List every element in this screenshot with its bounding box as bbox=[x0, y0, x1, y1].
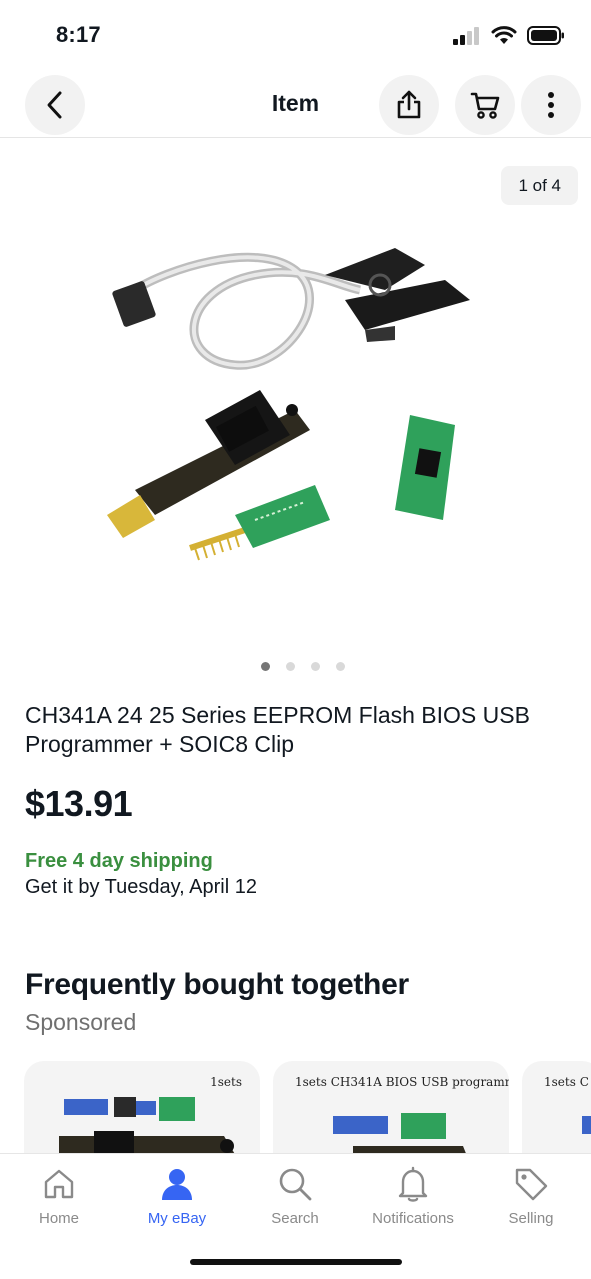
tab-home[interactable]: Home bbox=[0, 1164, 118, 1227]
share-icon bbox=[397, 90, 421, 119]
product-price: $13.91 bbox=[25, 783, 133, 824]
vertical-dots-icon bbox=[548, 92, 554, 118]
pagination-dot-active[interactable] bbox=[260, 662, 270, 671]
tab-label: Search bbox=[271, 1210, 319, 1227]
bell-icon bbox=[398, 1166, 428, 1202]
delivery-estimate: Get it by Tuesday, April 12 bbox=[25, 876, 257, 898]
adapter-board-large bbox=[395, 415, 455, 520]
battery-icon bbox=[527, 26, 564, 45]
more-options-button[interactable] bbox=[521, 75, 581, 135]
tab-my-ebay[interactable]: My eBay bbox=[118, 1164, 236, 1227]
cart-button[interactable] bbox=[455, 75, 515, 135]
pagination-dot[interactable] bbox=[310, 662, 320, 671]
share-button[interactable] bbox=[379, 75, 439, 135]
pin-header bbox=[189, 527, 246, 561]
tab-label: My eBay bbox=[147, 1210, 207, 1227]
person-icon bbox=[162, 1169, 192, 1200]
cellular-signal-icon bbox=[453, 26, 479, 45]
image-counter: 1 of 4 bbox=[501, 166, 578, 205]
card-image-caption: 1sets CH341A BIOS USB programmer bbox=[295, 1075, 509, 1089]
product-image[interactable] bbox=[95, 230, 495, 580]
cart-icon bbox=[470, 92, 500, 119]
status-icons bbox=[453, 26, 565, 45]
card-image-caption: 1sets bbox=[210, 1075, 242, 1089]
section-title-frequently-bought: Frequently bought together bbox=[25, 968, 409, 1001]
adapter-board-small bbox=[235, 485, 330, 548]
search-icon bbox=[279, 1168, 312, 1201]
pagination-dot[interactable] bbox=[335, 662, 345, 671]
tab-label: Selling bbox=[508, 1210, 554, 1227]
home-indicator[interactable] bbox=[190, 1259, 402, 1265]
tag-icon bbox=[515, 1168, 548, 1201]
tab-notifications[interactable]: Notifications bbox=[354, 1164, 472, 1227]
product-title: CH341A 24 25 Series EEPROM Flash BIOS US… bbox=[25, 702, 530, 757]
tab-label: Home bbox=[38, 1210, 79, 1227]
shipping-info: Free 4 day shipping bbox=[25, 850, 213, 872]
card-image-caption: 1sets C bbox=[544, 1075, 589, 1089]
wifi-icon bbox=[491, 26, 517, 44]
status-time: 8:17 bbox=[56, 22, 101, 47]
soic-clip bbox=[325, 248, 470, 342]
pagination-dot[interactable] bbox=[285, 662, 295, 671]
tab-search[interactable]: Search bbox=[236, 1164, 354, 1227]
item-header: Item bbox=[0, 72, 591, 138]
status-bar: 8:17 bbox=[0, 0, 591, 70]
idc-connector bbox=[112, 281, 156, 327]
gallery-pagination bbox=[0, 662, 591, 671]
image-gallery[interactable]: 1 of 4 bbox=[0, 140, 591, 650]
tab-label: Notifications bbox=[372, 1210, 454, 1227]
tab-selling[interactable]: Selling bbox=[472, 1164, 590, 1227]
sponsored-label: Sponsored bbox=[25, 1009, 137, 1035]
home-icon bbox=[44, 1169, 74, 1199]
